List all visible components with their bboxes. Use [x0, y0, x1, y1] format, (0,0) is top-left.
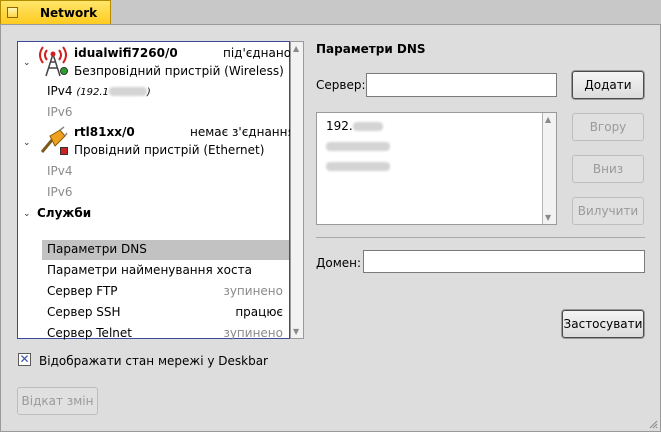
chevron-down-icon[interactable]: ⌄ — [23, 58, 31, 68]
interface-status: немає з'єднання — [190, 125, 295, 139]
interface-status: під'єднано — [223, 46, 292, 60]
scroll-up-arrow-icon[interactable]: ▲ — [545, 115, 551, 124]
move-down-button[interactable]: Вниз — [572, 155, 644, 183]
dns-server-address: 192. — [326, 119, 353, 133]
service-status: зупинено — [223, 284, 283, 298]
add-button[interactable]: Додати — [572, 71, 644, 99]
scroll-up-arrow-icon[interactable]: ▲ — [293, 44, 299, 53]
protocol-label: IPv4 — [47, 84, 73, 98]
chevron-down-icon[interactable]: ⌄ — [23, 138, 31, 148]
interface-description: Безпровідний пристрій (Wireless) — [74, 64, 284, 78]
service-telnet[interactable]: Сервер Telnet — [47, 326, 132, 340]
list-scrollbar[interactable]: ▲ ▼ — [290, 41, 304, 339]
dns-server-item[interactable]: 192. — [326, 119, 383, 133]
protocol-ipv4[interactable]: IPv4 (192.1) — [47, 84, 151, 98]
chevron-down-icon[interactable]: ⌄ — [23, 209, 31, 219]
dns-server-list[interactable]: 192. — [316, 112, 557, 225]
ip-address: (192.1 — [76, 87, 109, 98]
interface-description: Провідний пристрій (Ethernet) — [74, 143, 265, 157]
service-ftp[interactable]: Сервер FTP — [47, 284, 118, 298]
status-led-connected — [60, 67, 68, 75]
dns-heading: Параметри DNS — [316, 42, 426, 56]
protocol-ipv4[interactable]: IPv4 — [47, 164, 73, 178]
show-deskbar-checkbox[interactable]: ✕ — [18, 353, 31, 366]
redacted-dns-entry — [326, 142, 390, 151]
dns-list-scrollbar[interactable]: ▲ ▼ — [542, 113, 556, 224]
protocol-ipv6[interactable]: IPv6 — [47, 185, 73, 199]
status-led-disconnected — [60, 147, 68, 155]
scroll-down-arrow-icon[interactable]: ▼ — [545, 213, 551, 222]
move-up-button[interactable]: Вгору — [572, 113, 644, 141]
service-hostname[interactable]: Параметри найменування хоста — [47, 263, 252, 277]
window-tab[interactable]: Network — [0, 0, 111, 24]
close-button[interactable] — [7, 7, 18, 18]
domain-label: Домен: — [316, 256, 362, 270]
remove-button[interactable]: Вилучити — [572, 197, 644, 225]
service-dns[interactable]: Параметри DNS — [47, 242, 147, 256]
service-ssh[interactable]: Сервер SSH — [47, 305, 121, 319]
revert-button[interactable]: Відкат змін — [17, 387, 98, 415]
redacted-ip — [108, 87, 147, 96]
interface-name: rtl81xx/0 — [74, 125, 135, 139]
scroll-down-arrow-icon[interactable]: ▼ — [293, 327, 299, 336]
network-window: ⌄ idualwifi7260/0 під'єднано Безпровідни… — [0, 24, 661, 432]
window-title: Network — [40, 6, 98, 20]
resize-grip-icon[interactable] — [648, 419, 658, 429]
server-input[interactable] — [366, 73, 557, 97]
redacted-ip — [352, 122, 383, 131]
network-list[interactable]: ⌄ idualwifi7260/0 під'єднано Безпровідни… — [17, 41, 295, 340]
service-status: працює — [235, 305, 283, 319]
server-label: Сервер: — [316, 78, 366, 92]
apply-button[interactable]: Застосувати — [562, 310, 644, 338]
redacted-dns-entry — [326, 162, 390, 171]
interface-name: idualwifi7260/0 — [74, 46, 178, 60]
domain-input[interactable] — [363, 250, 645, 273]
protocol-ipv6[interactable]: IPv6 — [47, 105, 73, 119]
show-deskbar-label: Відображати стан мережі у Deskbar — [39, 354, 268, 368]
service-status: зупинено — [223, 326, 283, 340]
divider — [316, 237, 645, 238]
services-header: Служби — [37, 206, 92, 220]
